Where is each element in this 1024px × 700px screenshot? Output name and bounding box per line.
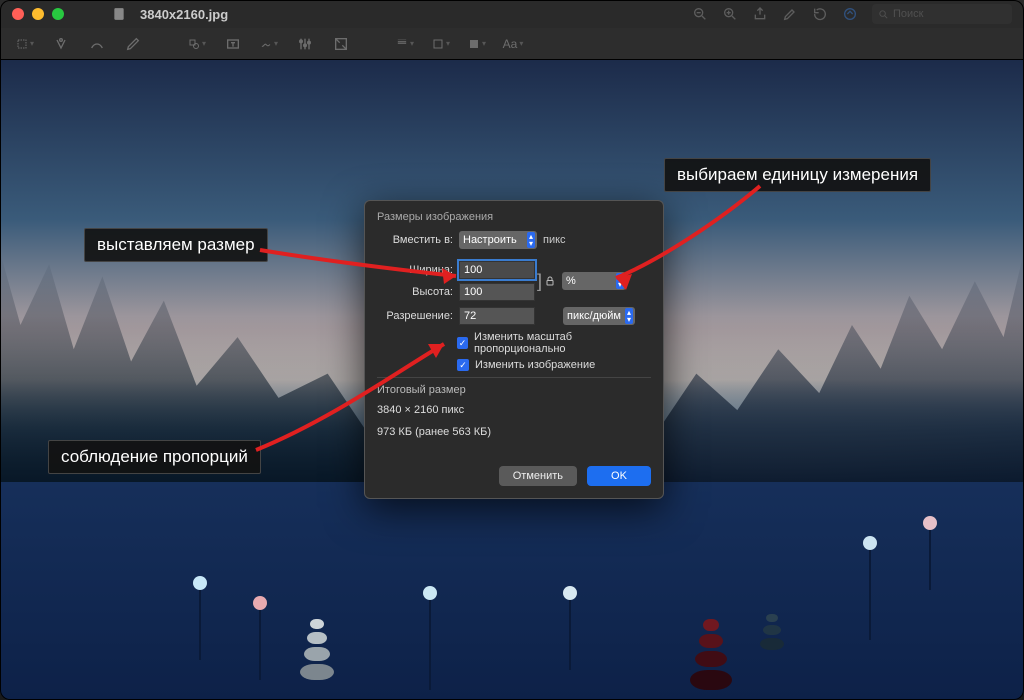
decor-cairn (760, 614, 784, 650)
titlebar: 3840x2160.jpg Поиск (0, 0, 1024, 28)
decor-cairn (690, 619, 732, 690)
fit-label: Вместить в: (377, 234, 453, 246)
decor-cairn (300, 619, 334, 680)
zoom-in-icon[interactable] (722, 6, 738, 22)
sketch-tool[interactable] (124, 35, 142, 53)
height-input[interactable] (459, 283, 535, 301)
annotation-set-size: выставляем размер (84, 228, 268, 262)
document-icon (112, 7, 126, 21)
shapes-tool[interactable]: ▾ (188, 35, 206, 53)
width-input[interactable] (459, 261, 535, 279)
text-tool[interactable] (224, 35, 242, 53)
decor-flower (920, 522, 940, 590)
width-label: Ширина: (377, 264, 453, 276)
result-dimensions: 3840 × 2160 пикс (377, 404, 651, 416)
decor-flower (190, 582, 210, 660)
font-tool[interactable]: Aa▾ (504, 35, 522, 53)
annotation-choose-unit: выбираем единицу измерения (664, 158, 931, 192)
traffic-lights (12, 8, 64, 20)
scale-proportional-checkbox[interactable]: ✓ (457, 337, 468, 349)
unit-select-value: % (566, 275, 576, 287)
resolution-unit-select[interactable]: пикс/дюйм ▴▾ (563, 307, 635, 325)
decor-flower (420, 592, 440, 690)
height-label: Высота: (377, 286, 453, 298)
selection-tool[interactable]: ▾ (16, 35, 34, 53)
unit-select[interactable]: % ▴▾ (562, 272, 626, 290)
edit-icon[interactable] (782, 6, 798, 22)
line-style-tool[interactable]: ▾ (396, 35, 414, 53)
resolution-label: Разрешение: (377, 310, 453, 322)
link-bracket: ] (535, 275, 544, 287)
fit-unit-suffix: пикс (543, 234, 566, 246)
fill-color-tool[interactable]: ▾ (468, 35, 486, 53)
fit-select-value: Настроить (463, 234, 517, 246)
draw-tool[interactable] (88, 35, 106, 53)
fit-select[interactable]: Настроить ▴▾ (459, 231, 537, 249)
result-title: Итоговый размер (377, 384, 651, 396)
search-input[interactable]: Поиск (872, 4, 1012, 24)
decor-flower (250, 602, 270, 680)
image-size-dialog: Размеры изображения Вместить в: Настроит… (364, 200, 664, 499)
resample-checkbox[interactable]: ✓ (457, 359, 469, 371)
resolution-unit-value: пикс/дюйм (567, 310, 621, 322)
window-maximize-button[interactable] (52, 8, 64, 20)
search-placeholder: Поиск (893, 8, 923, 20)
window-close-button[interactable] (12, 8, 24, 20)
sign-tool[interactable]: ▾ (260, 35, 278, 53)
window-minimize-button[interactable] (32, 8, 44, 20)
rotate-icon[interactable] (812, 6, 828, 22)
dialog-title: Размеры изображения (377, 211, 651, 223)
instant-alpha-tool[interactable] (52, 35, 70, 53)
zoom-out-icon[interactable] (692, 6, 708, 22)
share-icon[interactable] (752, 6, 768, 22)
adjust-size-tool[interactable] (332, 35, 350, 53)
ok-button[interactable]: OK (587, 466, 651, 486)
cancel-button[interactable]: Отменить (499, 466, 577, 486)
stroke-color-tool[interactable]: ▾ (432, 35, 450, 53)
result-filesize: 973 КБ (ранее 563 КБ) (377, 426, 651, 438)
decor-flower (560, 592, 580, 670)
search-icon (878, 9, 889, 20)
decor-flower (860, 542, 880, 640)
resolution-input[interactable] (459, 307, 535, 325)
resample-label: Изменить изображение (475, 359, 595, 371)
annotation-keep-proportions: соблюдение пропорций (48, 440, 261, 474)
lock-icon[interactable] (544, 275, 556, 287)
scale-proportional-label: Изменить масштаб пропорционально (474, 331, 651, 355)
markup-icon[interactable] (842, 6, 858, 22)
adjust-color-tool[interactable] (296, 35, 314, 53)
window-title: 3840x2160.jpg (140, 7, 228, 22)
markup-toolbar: ▾ ▾ ▾ ▾ ▾ ▾ Aa▾ (0, 28, 1024, 60)
